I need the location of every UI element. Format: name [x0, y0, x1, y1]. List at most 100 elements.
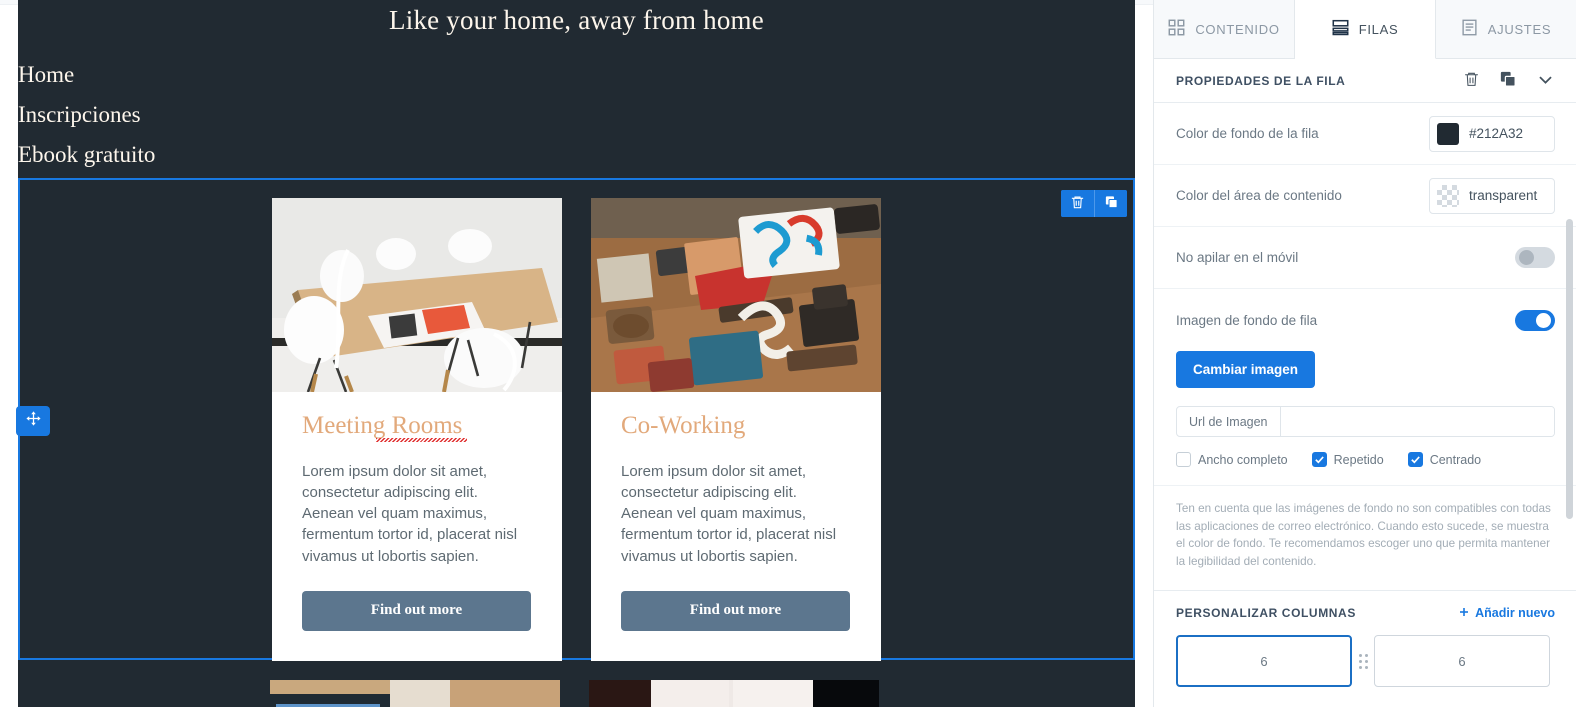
column-item-1[interactable]: 6	[1176, 635, 1352, 687]
checkbox-ancho-completo[interactable]: Ancho completo	[1176, 452, 1288, 467]
row-properties-title: PROPIEDADES DE LA FILA	[1176, 73, 1346, 88]
checkbox-centrado[interactable]: Centrado	[1407, 452, 1482, 467]
tab-ajustes[interactable]: AJUSTES	[1436, 0, 1576, 58]
nav-link-home[interactable]: Home	[18, 55, 1135, 95]
find-out-more-button-meeting-rooms[interactable]: Find out more	[302, 590, 531, 631]
tab-contenido-label: CONTENIDO	[1195, 21, 1280, 37]
card-text-meeting-rooms[interactable]: Lorem ipsum dolor sit amet, consectetur …	[302, 461, 532, 567]
column-meeting-rooms[interactable]: Meeting Rooms Lorem ipsum dolor sit amet…	[272, 198, 562, 661]
row-bg-color-picker[interactable]: #212A32	[1429, 115, 1555, 152]
rows-icon	[1332, 19, 1349, 39]
no-stack-mobile-label: No apilar en el móvil	[1176, 250, 1299, 265]
card-text-co-working[interactable]: Lorem ipsum dolor sit amet, consectetur …	[621, 461, 851, 567]
tab-ajustes-label: AJUSTES	[1487, 21, 1552, 37]
row-move-handle[interactable]	[16, 406, 50, 436]
column-item-1-value: 6	[1260, 653, 1268, 669]
row-background-image-toggle-row: Imagen de fondo de fila	[1176, 289, 1555, 351]
email-canvas: Like your home, away from home Home Insc…	[0, 0, 1153, 707]
nav-link-inscripciones[interactable]: Inscripciones	[18, 95, 1135, 135]
checkbox-box	[1176, 452, 1191, 467]
column-resize-handle[interactable]	[1352, 653, 1374, 669]
background-image-options: Ancho completo Repetido Centrado	[1176, 452, 1555, 467]
tab-filas-label: FILAS	[1358, 21, 1399, 37]
row-delete-button[interactable]	[1061, 190, 1094, 217]
document-icon	[1461, 19, 1478, 39]
card-image-co-working[interactable]	[591, 198, 881, 392]
content-area-color-label: Color del área de contenido	[1176, 188, 1342, 203]
email-builder-app: Like your home, away from home Home Insc…	[0, 0, 1576, 707]
row-toolbar	[1061, 190, 1127, 217]
email-body: Like your home, away from home Home Insc…	[18, 0, 1135, 707]
column-item-2[interactable]: 6	[1374, 635, 1550, 687]
change-image-button[interactable]: Cambiar imagen	[1176, 351, 1316, 388]
customize-columns-header: PERSONALIZAR COLUMNAS Añadir nuevo	[1154, 591, 1576, 635]
plus-icon	[1458, 606, 1470, 621]
card-image-meeting-rooms[interactable]	[272, 198, 562, 392]
nav-link-ebook[interactable]: Ebook gratuito	[18, 135, 1135, 175]
email-header-row[interactable]: Like your home, away from home	[18, 0, 1135, 36]
add-new-column-label: Añadir nuevo	[1475, 606, 1555, 620]
move-arrows-icon	[25, 410, 42, 432]
card-button-wrap-meeting-rooms: Find out more	[272, 567, 562, 661]
panel-scrollbar[interactable]	[1566, 59, 1574, 707]
grid-icon	[1168, 19, 1185, 39]
panel-scroll-area: PROPIEDADES DE LA FILA Color de fondo de…	[1154, 59, 1576, 707]
card-body-meeting-rooms: Meeting Rooms Lorem ipsum dolor sit amet…	[272, 392, 562, 567]
checkbox-ancho-completo-label: Ancho completo	[1198, 452, 1288, 467]
next-row-columns	[270, 680, 879, 707]
color-swatch	[1437, 122, 1459, 145]
panel-tabs: CONTENIDO FILAS AJUSTES	[1154, 0, 1576, 59]
image-url-tag: Url de Imagen	[1177, 407, 1281, 436]
checkbox-centrado-label: Centrado	[1429, 452, 1482, 467]
row-background-image-toggle[interactable]	[1515, 309, 1555, 331]
next-row-image-right[interactable]	[589, 680, 879, 707]
customize-columns-title: PERSONALIZAR COLUMNAS	[1176, 606, 1356, 620]
row-properties-collapse-button[interactable]	[1536, 70, 1555, 92]
next-row[interactable]	[18, 666, 1135, 707]
row-properties-duplicate-button[interactable]	[1499, 70, 1517, 91]
row-bg-color-value: #212A32	[1469, 126, 1524, 141]
row-properties-delete-button[interactable]	[1463, 70, 1480, 91]
card-body-co-working: Co-Working Lorem ipsum dolor sit amet, c…	[591, 392, 881, 567]
row-bg-color-row: Color de fondo de la fila #212A32	[1154, 103, 1576, 165]
duplicate-icon	[1499, 70, 1517, 91]
transparent-swatch	[1437, 184, 1459, 207]
content-area-color-picker[interactable]: transparent	[1429, 177, 1555, 214]
card-title-meeting-rooms[interactable]: Meeting Rooms	[302, 412, 467, 442]
row-bg-color-label: Color de fondo de la fila	[1176, 126, 1319, 141]
grip-dots-icon	[1358, 653, 1368, 669]
trash-icon	[1070, 194, 1085, 213]
add-new-column-button[interactable]: Añadir nuevo	[1458, 606, 1555, 621]
selected-row[interactable]: Meeting Rooms Lorem ipsum dolor sit amet…	[18, 178, 1135, 661]
no-stack-mobile-row: No apilar en el móvil	[1154, 227, 1576, 289]
row-background-image-label: Imagen de fondo de fila	[1176, 312, 1318, 328]
spellcheck-underline	[376, 437, 467, 442]
checkbox-box	[1311, 452, 1327, 467]
column-co-working[interactable]: Co-Working Lorem ipsum dolor sit amet, c…	[591, 198, 881, 661]
tab-filas[interactable]: FILAS	[1295, 0, 1436, 59]
columns-list: 6 6	[1154, 635, 1576, 687]
tab-contenido[interactable]: CONTENIDO	[1154, 0, 1295, 58]
next-row-image-left[interactable]	[270, 680, 560, 707]
content-area-color-value: transparent	[1469, 188, 1538, 203]
trash-icon	[1463, 70, 1480, 91]
chevron-down-icon	[1536, 70, 1555, 92]
find-out-more-button-co-working[interactable]: Find out more	[621, 590, 850, 631]
toggle-knob	[1519, 250, 1534, 265]
email-nav-row[interactable]: Home Inscripciones Ebook gratuito	[18, 36, 1135, 175]
no-stack-mobile-toggle[interactable]	[1515, 247, 1555, 268]
row-columns: Meeting Rooms Lorem ipsum dolor sit amet…	[272, 198, 902, 661]
card-title-co-working[interactable]: Co-Working	[621, 412, 745, 440]
image-url-input[interactable]	[1280, 407, 1554, 436]
column-item-2-value: 6	[1458, 653, 1466, 669]
card-title-text: Meeting Rooms	[302, 412, 463, 439]
toggle-knob	[1536, 312, 1551, 328]
checkbox-repetido[interactable]: Repetido	[1311, 452, 1384, 467]
duplicate-icon	[1104, 194, 1119, 213]
row-duplicate-button[interactable]	[1094, 190, 1127, 217]
properties-panel: CONTENIDO FILAS AJUSTES PROPIEDADES DE L…	[1153, 0, 1576, 707]
card-button-wrap-co-working: Find out more	[591, 567, 881, 661]
panel-scrollbar-thumb[interactable]	[1566, 219, 1573, 519]
row-properties-header: PROPIEDADES DE LA FILA	[1154, 59, 1576, 103]
content-area-color-row: Color del área de contenido transparent	[1154, 165, 1576, 227]
